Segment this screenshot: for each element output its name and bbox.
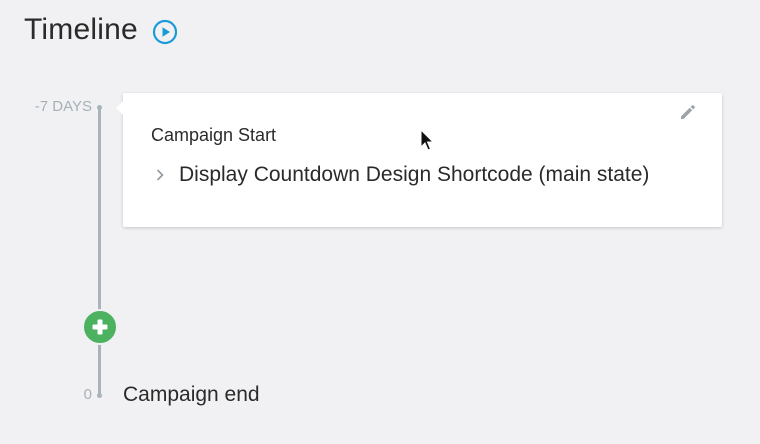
campaign-start-card: Campaign Start Display Countdown Design … — [116, 93, 722, 227]
add-step-button[interactable] — [82, 309, 118, 345]
timeline-end-dot — [97, 393, 102, 398]
play-circle-icon[interactable] — [152, 19, 178, 45]
timeline-start-label: -7 DAYS — [34, 98, 92, 115]
chevron-right-icon[interactable] — [155, 168, 165, 182]
step-row[interactable]: Display Countdown Design Shortcode (main… — [155, 163, 649, 187]
step-label[interactable]: Display Countdown Design Shortcode (main… — [179, 163, 649, 187]
timeline-page: Timeline -7 DAYS 0 Campaign Start Displa… — [0, 0, 760, 444]
page-title: Timeline — [24, 13, 138, 46]
timeline-axis — [98, 107, 101, 396]
plus-icon — [92, 319, 108, 335]
campaign-end-label: Campaign end — [123, 383, 260, 406]
pencil-icon[interactable] — [678, 102, 698, 122]
card-pointer — [116, 101, 123, 115]
card-title: Campaign Start — [151, 125, 277, 145]
mouse-cursor-icon — [420, 129, 435, 151]
timeline-header: Timeline — [24, 12, 178, 48]
timeline-start-dot — [97, 105, 102, 110]
timeline-end-label: 0 — [83, 386, 92, 403]
